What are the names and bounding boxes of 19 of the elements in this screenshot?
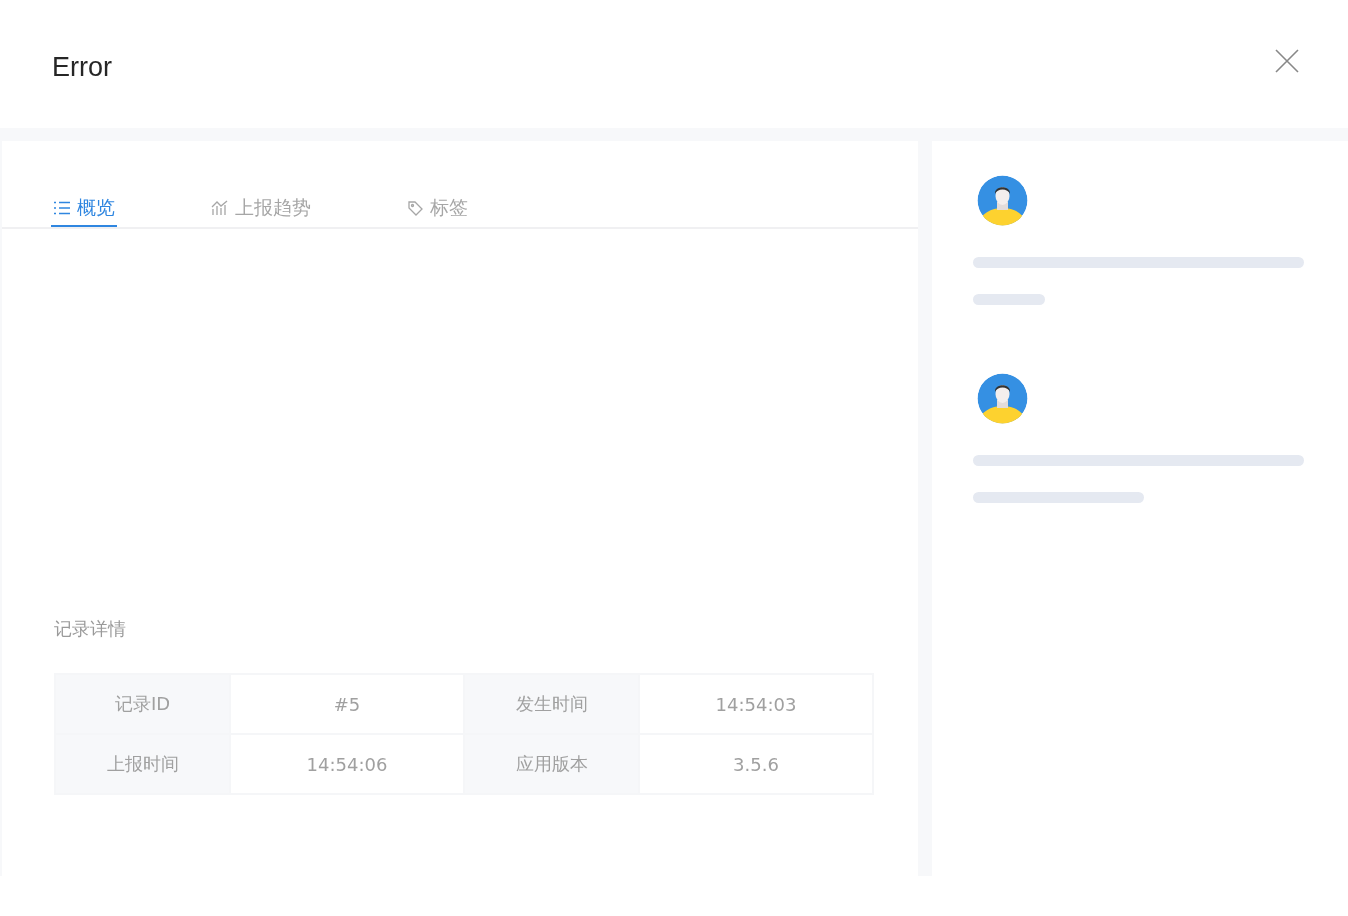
field-label: 发生时间 (464, 674, 639, 734)
tab[interactable]: 概览 (51, 191, 117, 227)
field-label: 记录ID (55, 674, 230, 734)
avatar-icon (977, 175, 1028, 226)
field-value: 3.5.6 (639, 734, 873, 794)
tab[interactable]: 标签 (405, 191, 470, 227)
field-value: 14:54:03 (639, 674, 873, 734)
field-label: 上报时间 (55, 734, 230, 794)
tab[interactable]: 上报趋势 (209, 191, 313, 227)
skeleton-line (973, 294, 1045, 305)
dialog-title: Error (52, 51, 112, 83)
field-label: 应用版本 (464, 734, 639, 794)
list-icon (53, 201, 71, 215)
tag-icon (407, 199, 424, 217)
section-title: 记录详情 (54, 617, 126, 641)
field-value: 14:54:06 (230, 734, 464, 794)
avatar-icon (977, 373, 1028, 424)
chart-icon (211, 200, 229, 216)
field-value: #5 (230, 674, 464, 734)
